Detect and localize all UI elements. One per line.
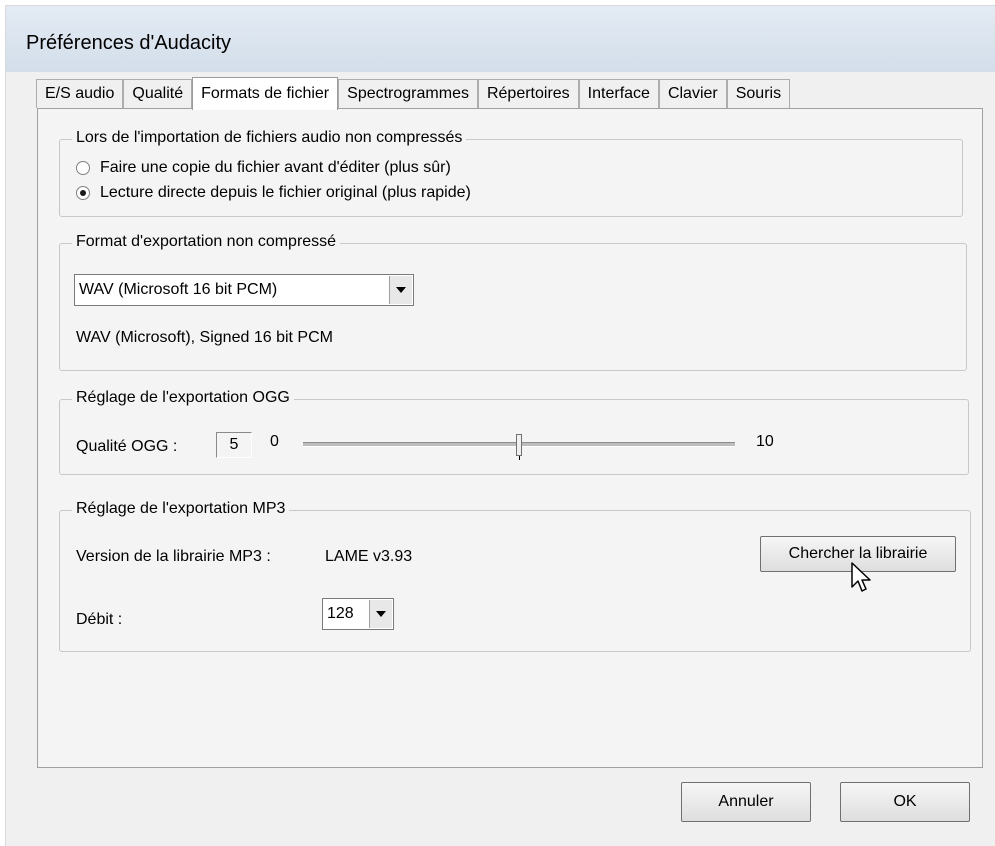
window-title: Préférences d'Audacity (26, 32, 232, 54)
mp3-version-value: LAME v3.93 (325, 548, 413, 565)
export-format-group: Format d'exportation non compressé WAV (… (59, 233, 967, 371)
chevron-down-icon[interactable] (369, 600, 392, 628)
title-bar[interactable]: Préférences d'Audacity (6, 6, 995, 72)
copy-radio[interactable] (76, 161, 90, 175)
tab-spectrograms[interactable]: Spectrogrammes (338, 79, 478, 108)
ogg-min-label: 0 (270, 433, 279, 450)
bitrate-value: 128 (327, 605, 354, 622)
tab-directories[interactable]: Répertoires (477, 79, 579, 108)
direct-radio-label: Lecture directe depuis le fichier origin… (100, 184, 471, 201)
ok-button[interactable]: OK (840, 782, 970, 822)
tab-interface[interactable]: Interface (578, 79, 659, 108)
tab-mouse[interactable]: Souris (726, 79, 791, 108)
tab-file-formats[interactable]: Formats de fichier (192, 77, 339, 110)
import-copy-option[interactable]: Faire une copie du fichier avant d'édite… (76, 159, 451, 177)
ogg-quality-value: 5 (216, 432, 252, 458)
import-direct-option[interactable]: Lecture directe depuis le fichier origin… (76, 184, 471, 202)
mouse-pointer-icon (851, 562, 871, 592)
file-formats-panel: Lors de l'importation de fichiers audio … (37, 108, 983, 768)
tab-quality[interactable]: Qualité (123, 79, 193, 108)
export-format-value: WAV (Microsoft 16 bit PCM) (79, 281, 278, 298)
export-format-legend: Format d'exportation non compressé (72, 233, 341, 251)
mp3-version-label: Version de la librairie MP3 : (76, 548, 271, 565)
cancel-button[interactable]: Annuler (681, 782, 811, 822)
import-group-legend: Lors de l'importation de fichiers audio … (72, 129, 467, 147)
import-group: Lors de l'importation de fichiers audio … (59, 129, 963, 217)
tab-audio-io[interactable]: E/S audio (36, 79, 124, 108)
ogg-quality-slider-thumb[interactable] (516, 434, 522, 456)
tab-bar: E/S audio Qualité Formats de fichier Spe… (36, 77, 791, 110)
ogg-max-label: 10 (756, 433, 774, 450)
ogg-slider-tick (519, 456, 520, 460)
mp3-group-legend: Réglage de l'exportation MP3 (72, 500, 290, 518)
tab-keyboard[interactable]: Clavier (658, 79, 727, 108)
ogg-quality-label: Qualité OGG : (76, 438, 178, 455)
copy-radio-label: Faire une copie du fichier avant d'édite… (100, 159, 451, 176)
ogg-group: Réglage de l'exportation OGG Qualité OGG… (59, 389, 969, 475)
bitrate-select[interactable]: 128 (322, 598, 394, 630)
mp3-group: Réglage de l'exportation MP3 Version de … (59, 500, 971, 652)
bitrate-label: Débit : (76, 611, 123, 628)
export-format-description: WAV (Microsoft), Signed 16 bit PCM (76, 329, 333, 346)
chevron-down-icon[interactable] (389, 276, 412, 304)
export-format-select[interactable]: WAV (Microsoft 16 bit PCM) (74, 274, 414, 306)
preferences-dialog: Préférences d'Audacity E/S audio Qualité… (5, 5, 995, 846)
ogg-group-legend: Réglage de l'exportation OGG (72, 389, 294, 407)
direct-radio[interactable] (76, 186, 90, 200)
